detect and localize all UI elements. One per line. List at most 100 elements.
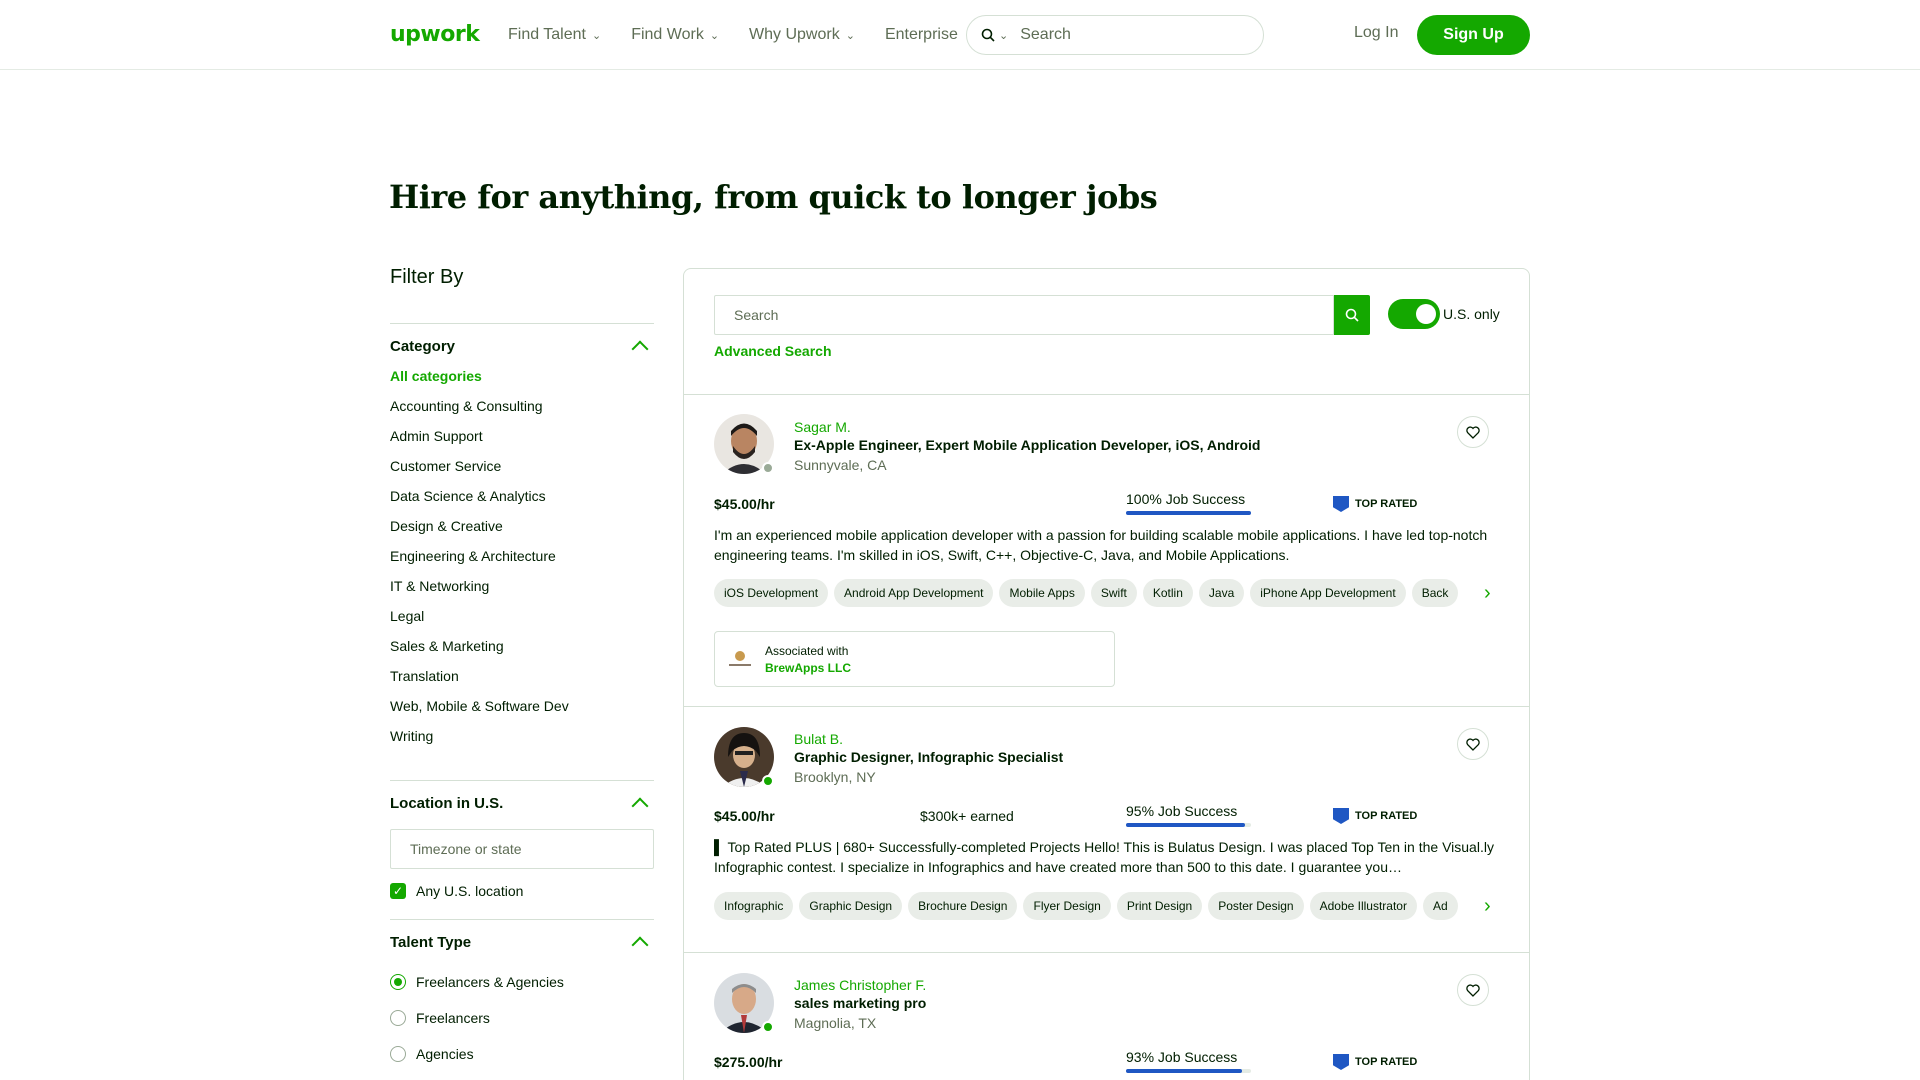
signup-button[interactable]: Sign Up <box>1417 15 1530 55</box>
page-title: Hire for anything, from quick to longer … <box>389 178 1158 216</box>
freelancer-card[interactable]: Sagar M. Ex-Apple Engineer, Expert Mobil… <box>684 394 1529 706</box>
category-item-design[interactable]: Design & Creative <box>390 516 654 546</box>
category-item-legal[interactable]: Legal <box>390 606 654 636</box>
category-item-writing[interactable]: Writing <box>390 726 654 756</box>
freelancer-description: ▌ Top Rated PLUS | 680+ Successfully-com… <box>714 839 1494 875</box>
any-location-row[interactable]: ✓ Any U.S. location <box>390 883 654 899</box>
header-search[interactable]: ⌄ Search <box>966 15 1264 55</box>
skill-tag[interactable]: Brochure Design <box>908 892 1018 920</box>
hourly-rate: $275.00/hr <box>714 1054 783 1070</box>
skill-tag[interactable]: Flyer Design <box>1023 892 1111 920</box>
talent-search-button[interactable] <box>1334 295 1370 335</box>
skill-tag[interactable]: Back <box>1411 579 1459 607</box>
talent-type-header[interactable]: Talent Type <box>390 932 654 954</box>
chevron-up-icon[interactable] <box>631 797 649 815</box>
heart-icon <box>1466 737 1480 751</box>
category-header[interactable]: Category <box>390 336 654 358</box>
location-header[interactable]: Location in U.S. <box>390 793 654 815</box>
nav-find-talent[interactable]: Find Talent ⌄ <box>508 26 601 44</box>
chevron-up-icon[interactable] <box>631 340 649 358</box>
skill-tag[interactable]: iOS Development <box>714 579 829 607</box>
search-icon <box>981 28 995 42</box>
skill-tag[interactable]: Java <box>1198 579 1245 607</box>
skill-tag[interactable]: Ad <box>1422 892 1458 920</box>
agency-name[interactable]: BrewApps LLC <box>765 661 851 675</box>
advanced-search-link[interactable]: Advanced Search <box>714 343 832 359</box>
search-icon <box>1345 308 1359 322</box>
job-success-fill <box>1126 511 1251 515</box>
top-rated-badge: TOP RATED <box>1333 1054 1417 1070</box>
chevron-right-icon[interactable]: › <box>1484 892 1498 920</box>
skill-tag[interactable]: iPhone App Development <box>1250 579 1406 607</box>
radio[interactable] <box>390 1010 406 1026</box>
nav-enterprise[interactable]: Enterprise <box>885 26 958 44</box>
nav-find-work[interactable]: Find Work ⌄ <box>631 26 719 44</box>
us-only-toggle[interactable] <box>1388 299 1440 329</box>
talent-option-freelancers-agencies[interactable]: Freelancers & Agencies <box>390 964 654 1000</box>
us-only-label: U.S. only <box>1443 306 1500 322</box>
talent-type-section: Talent Type Freelancers & Agencies Freel… <box>390 919 654 1080</box>
top-rated-badge: TOP RATED <box>1333 808 1417 824</box>
top-rated-badge-icon <box>1333 496 1349 512</box>
category-section: Category All categories Accounting & Con… <box>390 323 654 756</box>
category-item-it[interactable]: IT & Networking <box>390 576 654 606</box>
category-item-admin[interactable]: Admin Support <box>390 426 654 456</box>
chevron-right-icon[interactable]: › <box>1484 579 1498 607</box>
nav-why-upwork[interactable]: Why Upwork ⌄ <box>749 26 855 44</box>
freelancer-card[interactable]: James Christopher F. sales marketing pro… <box>684 952 1529 1080</box>
freelancer-location: Sunnyvale, CA <box>794 457 887 473</box>
skill-tag[interactable]: Swift <box>1090 579 1137 607</box>
freelancer-headline: sales marketing pro <box>794 995 927 1011</box>
any-location-checkbox[interactable]: ✓ <box>390 883 406 899</box>
talent-option-label: Agencies <box>416 1046 474 1062</box>
upwork-logo[interactable]: upwork <box>390 22 480 48</box>
timezone-input[interactable]: Timezone or state <box>390 829 654 869</box>
nav-why-upwork-label: Why Upwork <box>749 26 840 43</box>
talent-option-agencies[interactable]: Agencies <box>390 1036 654 1072</box>
freelancer-card[interactable]: Bulat B. Graphic Designer, Infographic S… <box>684 706 1529 952</box>
any-location-label: Any U.S. location <box>416 883 524 899</box>
freelancer-name[interactable]: Bulat B. <box>794 731 843 747</box>
talent-type-title: Talent Type <box>390 933 472 951</box>
skill-tag[interactable]: Mobile Apps <box>999 579 1085 607</box>
category-item-sales[interactable]: Sales & Marketing <box>390 636 654 666</box>
skill-tag[interactable]: Poster Design <box>1208 892 1304 920</box>
header-search-placeholder: Search <box>1020 26 1071 43</box>
save-heart-button[interactable] <box>1457 974 1489 1006</box>
total-earned: $300k+ earned <box>920 808 1014 824</box>
talent-option-freelancers[interactable]: Freelancers <box>390 1000 654 1036</box>
chevron-down-icon[interactable]: ⌄ <box>999 29 1008 42</box>
category-item-data-science[interactable]: Data Science & Analytics <box>390 486 654 516</box>
skill-tag[interactable]: Graphic Design <box>799 892 903 920</box>
category-item-accounting[interactable]: Accounting & Consulting <box>390 396 654 426</box>
skill-tag[interactable]: Android App Development <box>834 579 994 607</box>
skill-tag[interactable]: Print Design <box>1116 892 1203 920</box>
skill-tag[interactable]: Kotlin <box>1142 579 1193 607</box>
category-item-customer-service[interactable]: Customer Service <box>390 456 654 486</box>
login-link[interactable]: Log In <box>1354 24 1398 42</box>
category-item-engineering[interactable]: Engineering & Architecture <box>390 546 654 576</box>
skills-list: Infographic Graphic Design Brochure Desi… <box>714 892 1494 920</box>
category-item-translation[interactable]: Translation <box>390 666 654 696</box>
job-success: 95% Job Success <box>1126 803 1251 827</box>
freelancer-name[interactable]: James Christopher F. <box>794 977 926 993</box>
category-item-all[interactable]: All categories <box>390 366 654 396</box>
save-heart-button[interactable] <box>1457 416 1489 448</box>
skill-tag[interactable]: Adobe Illustrator <box>1309 892 1417 920</box>
associated-agency[interactable]: Associated with BrewApps LLC <box>714 631 1115 687</box>
freelancer-name[interactable]: Sagar M. <box>794 419 851 435</box>
hourly-rate: $45.00/hr <box>714 496 775 512</box>
job-success-text: 100% Job Success <box>1126 491 1246 507</box>
radio-selected[interactable] <box>390 974 406 990</box>
talent-option-label: Freelancers & Agencies <box>416 974 564 990</box>
radio[interactable] <box>390 1046 406 1062</box>
skill-tag[interactable]: Infographic <box>714 892 794 920</box>
category-item-web-dev[interactable]: Web, Mobile & Software Dev <box>390 696 654 726</box>
save-heart-button[interactable] <box>1457 728 1489 760</box>
talent-search-input[interactable]: Search <box>714 295 1334 335</box>
main-nav: Find Talent ⌄ Find Work ⌄ Why Upwork ⌄ E… <box>508 0 988 70</box>
chevron-up-icon[interactable] <box>631 936 649 954</box>
nav-find-talent-label: Find Talent <box>508 26 586 43</box>
top-rated-label: TOP RATED <box>1355 498 1418 510</box>
associated-label: Associated with <box>765 644 849 658</box>
